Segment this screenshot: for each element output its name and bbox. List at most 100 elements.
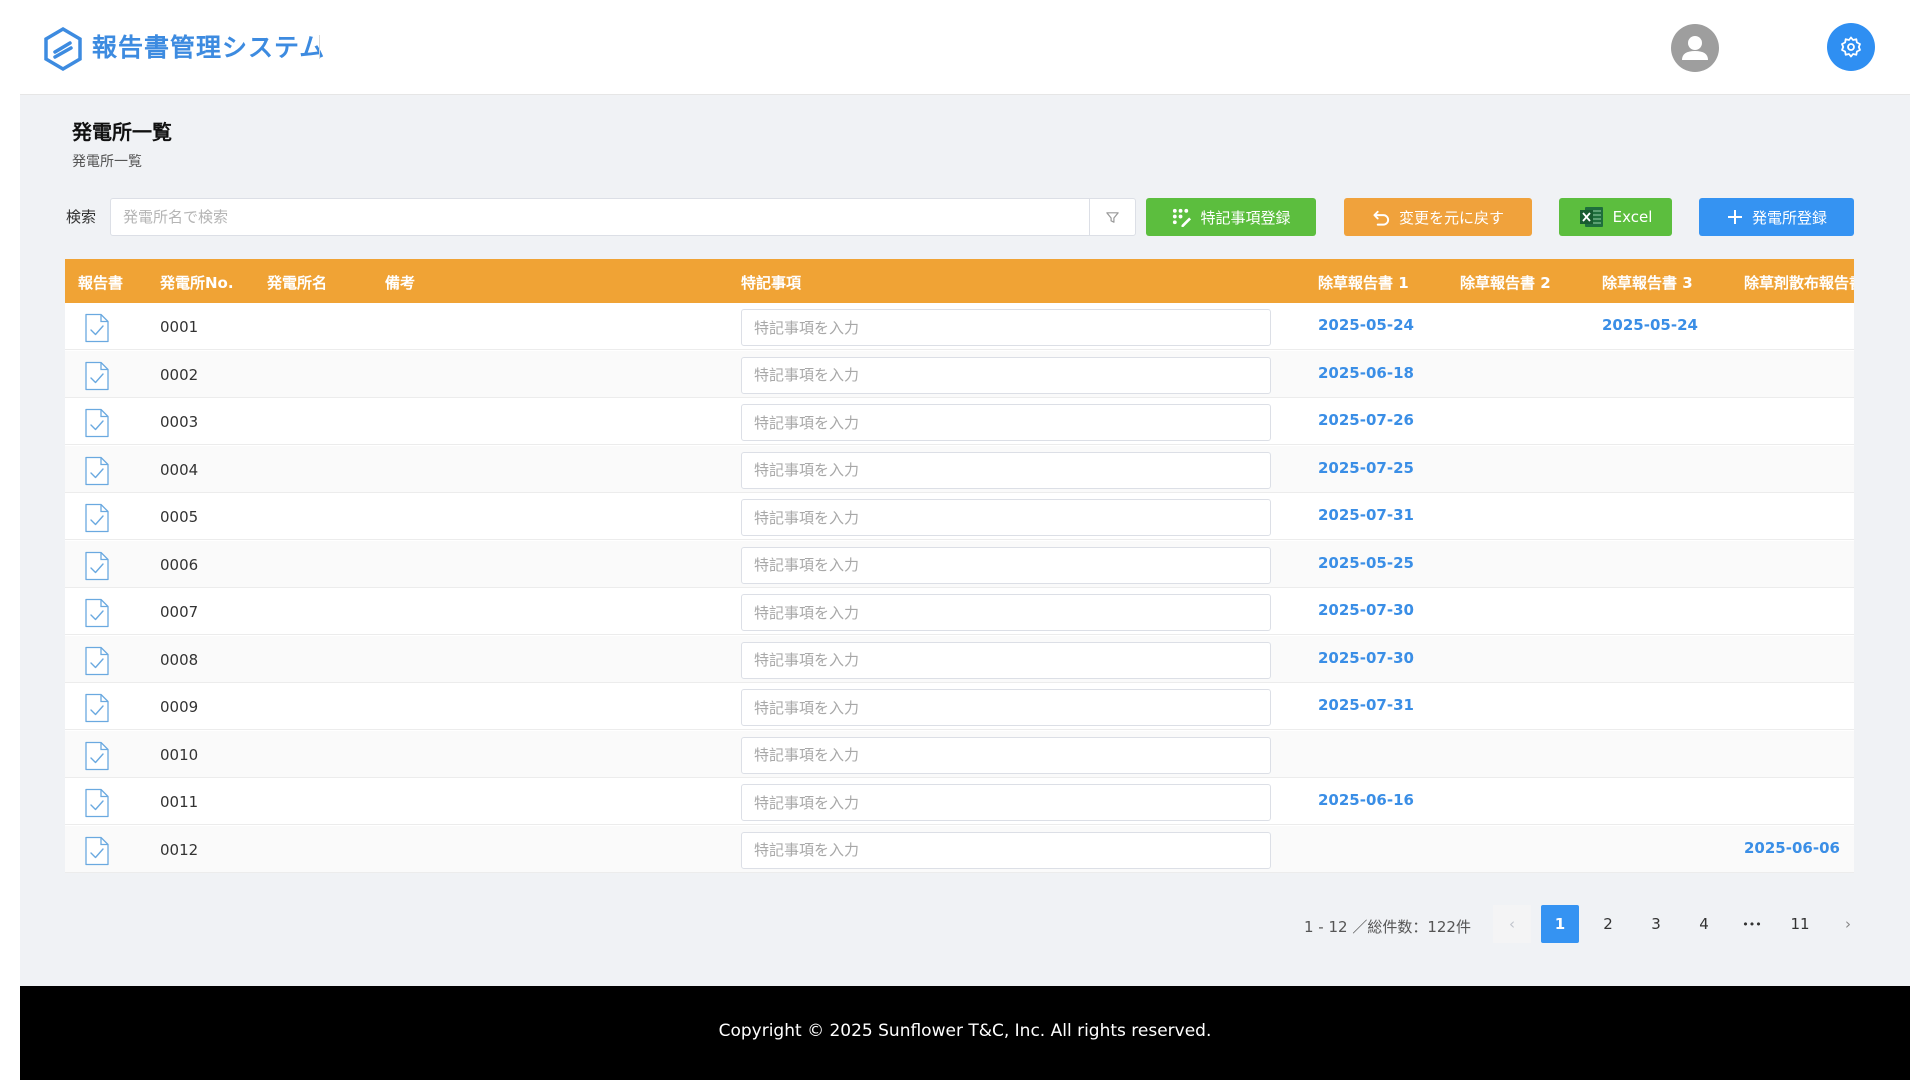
avatar-icon[interactable] bbox=[1671, 24, 1719, 72]
document-check-icon[interactable] bbox=[84, 836, 110, 866]
plant-no: 0012 bbox=[160, 840, 199, 859]
gear-icon[interactable] bbox=[1827, 23, 1875, 71]
table-row: 0010 bbox=[65, 730, 1854, 778]
logo-icon bbox=[44, 26, 82, 72]
special-note-input[interactable] bbox=[741, 831, 1271, 869]
pagination-page-last[interactable]: 11 bbox=[1781, 905, 1819, 943]
table-row: 0006 2025-05-25 bbox=[65, 540, 1854, 588]
pagination-prev-button[interactable]: ‹ bbox=[1493, 905, 1531, 943]
special-note-input[interactable] bbox=[741, 784, 1271, 821]
col-remarks: 備考 bbox=[385, 274, 416, 292]
filter-button[interactable] bbox=[1089, 199, 1135, 235]
table-header: 報告書 発電所No. 発電所名 備考 特記事項 除草報告書 1 除草報告書 2 … bbox=[65, 259, 1854, 303]
table-row: 0002 2025-06-18 bbox=[65, 350, 1854, 398]
table-row: 0001 2025-05-24 2025-05-24 bbox=[65, 303, 1854, 350]
plant-no: 0003 bbox=[160, 413, 199, 431]
pagination-next-button[interactable]: › bbox=[1829, 905, 1867, 943]
special-note-input[interactable] bbox=[741, 404, 1271, 441]
document-check-icon[interactable] bbox=[84, 503, 110, 533]
pagination-ellipsis[interactable]: ••• bbox=[1733, 905, 1771, 943]
col-weed-report-2: 除草報告書 2 bbox=[1460, 274, 1551, 292]
weed-report-1-link[interactable]: 2025-07-25 bbox=[1318, 459, 1414, 477]
table-row: 0008 2025-07-30 bbox=[65, 635, 1854, 683]
special-note-register-button[interactable]: 特記事項登録 bbox=[1146, 198, 1316, 236]
special-note-input[interactable] bbox=[741, 689, 1271, 726]
special-note-input[interactable] bbox=[741, 451, 1271, 489]
document-check-icon[interactable] bbox=[84, 646, 110, 676]
table-row: 0011 2025-06-16 bbox=[65, 778, 1854, 825]
col-herbicide-report: 除草剤散布報告書 bbox=[1744, 274, 1854, 292]
col-report: 報告書 bbox=[78, 274, 124, 292]
weed-report-1-link[interactable]: 2025-07-31 bbox=[1318, 696, 1414, 714]
excel-export-label: Excel bbox=[1612, 208, 1653, 226]
title-divider bbox=[319, 35, 320, 59]
breadcrumb: 発電所一覧 bbox=[72, 154, 142, 170]
pagination-page-4[interactable]: 4 bbox=[1685, 905, 1723, 943]
weed-report-1-link[interactable]: 2025-06-18 bbox=[1318, 364, 1414, 382]
table-row: 0012 2025-06-06 bbox=[65, 825, 1854, 873]
plant-no: 0001 bbox=[160, 318, 199, 336]
revert-changes-label: 変更を元に戻す bbox=[1398, 208, 1504, 227]
document-check-icon[interactable] bbox=[84, 456, 110, 486]
plant-no: 0009 bbox=[160, 698, 199, 716]
table-row: 0007 2025-07-30 bbox=[65, 588, 1854, 635]
weed-report-1-link[interactable]: 2025-05-24 bbox=[1318, 316, 1414, 334]
excel-export-button[interactable]: Excel bbox=[1559, 198, 1672, 236]
plant-register-label: 発電所登録 bbox=[1751, 208, 1827, 227]
pagination-total: 1 - 12 ／総件数：122件 bbox=[1304, 918, 1471, 936]
revert-changes-button[interactable]: 変更を元に戻す bbox=[1344, 198, 1532, 236]
document-check-icon[interactable] bbox=[84, 313, 110, 343]
filter-icon bbox=[1106, 211, 1119, 223]
search-input[interactable] bbox=[111, 199, 1090, 235]
page-title: 発電所一覧 bbox=[72, 120, 172, 144]
plant-no: 0004 bbox=[160, 460, 199, 479]
plus-icon bbox=[1727, 210, 1742, 224]
weed-report-1-link[interactable]: 2025-07-30 bbox=[1318, 649, 1414, 667]
special-note-icon bbox=[1173, 208, 1192, 227]
plant-no: 0005 bbox=[160, 508, 199, 526]
undo-icon bbox=[1373, 210, 1390, 226]
search-box bbox=[110, 198, 1136, 236]
weed-report-1-link[interactable]: 2025-06-16 bbox=[1318, 791, 1414, 809]
pagination-page-1[interactable]: 1 bbox=[1541, 905, 1579, 943]
table-row: 0009 2025-07-31 bbox=[65, 683, 1854, 730]
document-check-icon[interactable] bbox=[84, 693, 110, 723]
pagination-page-3[interactable]: 3 bbox=[1637, 905, 1675, 943]
col-plant-name: 発電所名 bbox=[267, 274, 328, 292]
special-note-input[interactable] bbox=[741, 736, 1271, 774]
right-margin bbox=[1910, 0, 1920, 1080]
pagination-page-2[interactable]: 2 bbox=[1589, 905, 1627, 943]
weed-report-1-link[interactable]: 2025-07-31 bbox=[1318, 506, 1414, 524]
plant-register-button[interactable]: 発電所登録 bbox=[1699, 198, 1854, 236]
special-note-input[interactable] bbox=[741, 594, 1271, 631]
app-root: 報告書管理システム 発電所一覧 発電所一覧 検索 発電所名で検索 特記事項登録 … bbox=[20, 0, 1910, 1080]
special-note-register-label: 特記事項登録 bbox=[1200, 208, 1291, 227]
special-note-input[interactable] bbox=[741, 546, 1271, 584]
col-special-note: 特記事項 bbox=[741, 274, 802, 292]
weed-report-3-link[interactable]: 2025-05-24 bbox=[1602, 316, 1698, 334]
plant-no: 0008 bbox=[160, 650, 199, 669]
col-plant-no: 発電所No. bbox=[160, 274, 234, 292]
weed-report-1-link[interactable]: 2025-07-30 bbox=[1318, 601, 1414, 619]
weed-report-1-link[interactable]: 2025-05-25 bbox=[1318, 554, 1414, 572]
plant-no: 0002 bbox=[160, 365, 199, 384]
top-header: 報告書管理システム bbox=[20, 0, 1910, 95]
special-note-input[interactable] bbox=[741, 309, 1271, 346]
special-note-input[interactable] bbox=[741, 356, 1271, 394]
col-weed-report-3: 除草報告書 3 bbox=[1602, 274, 1693, 292]
document-check-icon[interactable] bbox=[84, 408, 110, 438]
document-check-icon[interactable] bbox=[84, 741, 110, 771]
document-check-icon[interactable] bbox=[84, 551, 110, 581]
weed-report-1-link[interactable]: 2025-07-26 bbox=[1318, 411, 1414, 429]
document-check-icon[interactable] bbox=[84, 598, 110, 628]
special-note-input[interactable] bbox=[741, 641, 1271, 679]
plant-no: 0010 bbox=[160, 745, 199, 764]
special-note-input[interactable] bbox=[741, 499, 1271, 536]
plant-no: 0011 bbox=[160, 793, 199, 811]
app-title: 報告書管理システム bbox=[92, 33, 326, 62]
table-row: 0005 2025-07-31 bbox=[65, 493, 1854, 540]
document-check-icon[interactable] bbox=[84, 361, 110, 391]
document-check-icon[interactable] bbox=[84, 788, 110, 818]
table-row: 0004 2025-07-25 bbox=[65, 445, 1854, 493]
herbicide-report-link[interactable]: 2025-06-06 bbox=[1744, 839, 1840, 857]
